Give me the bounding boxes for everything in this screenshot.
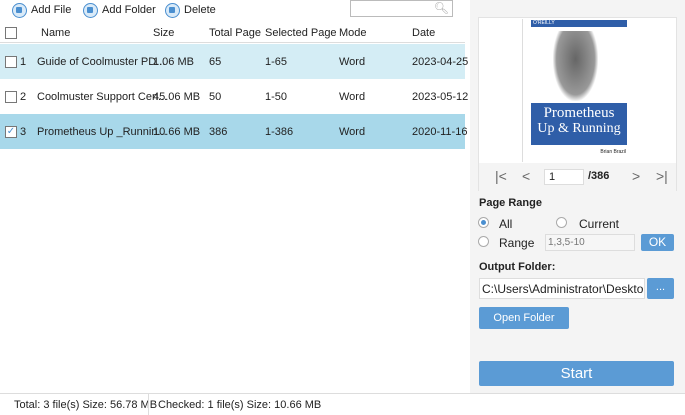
cell-mode: Word — [339, 125, 366, 138]
cell-selected: 1-50 — [265, 90, 288, 103]
add-folder-label: Add Folder — [102, 4, 156, 16]
page-input[interactable]: 1 — [544, 169, 584, 185]
cell-total: 65 — [209, 55, 222, 68]
radio-current-label: Current — [579, 217, 620, 231]
row-checkbox[interactable]: ✓ — [5, 125, 17, 138]
row-index: 1 — [20, 55, 27, 68]
row-index: 2 — [20, 90, 27, 103]
radio-range-label: Range — [499, 236, 535, 250]
delete-button[interactable]: Delete — [165, 2, 216, 18]
cell-size: 45.06 MB — [153, 90, 201, 103]
radio-range[interactable] — [478, 236, 489, 247]
add-folder-button[interactable]: Add Folder — [83, 2, 156, 18]
header-size[interactable]: Size — [153, 27, 174, 39]
radio-all-label: All — [499, 217, 513, 231]
header-date[interactable]: Date — [412, 27, 435, 39]
first-page-icon[interactable]: |< — [495, 168, 507, 184]
cell-selected: 1-386 — [265, 125, 294, 138]
status-bar: Total: 3 file(s) Size: 56.78 MB Checked:… — [0, 393, 685, 415]
row-checkbox[interactable] — [5, 55, 17, 68]
add-file-icon — [12, 2, 27, 18]
right-panel: O'REILLY Prometheus Up & Running Brian B… — [470, 0, 685, 393]
page-nav: |< < 1 /386 > >| — [479, 163, 676, 191]
start-button[interactable]: Start — [479, 361, 674, 386]
add-file-label: Add File — [31, 4, 72, 16]
cell-selected: 1-65 — [265, 55, 288, 68]
cell-date: 2020-11-16 — [412, 125, 468, 138]
cell-total: 50 — [209, 90, 222, 103]
cell-size: 1.06 MB — [153, 55, 194, 68]
cell-mode: Word — [339, 55, 366, 68]
cell-name: Prometheus Up _Runnin... — [37, 125, 167, 138]
cell-mode: Word — [339, 90, 366, 103]
cell-date: 2023-05-12 — [412, 90, 469, 103]
table-row[interactable]: ✓ 3 Prometheus Up _Runnin... 10.66 MB 386 1-3… — [0, 114, 468, 149]
status-divider — [148, 394, 149, 415]
cover-title: Prometheus Up & Running — [531, 103, 627, 145]
browse-button[interactable]: ... — [647, 278, 674, 299]
cover-title-2: Up & Running — [537, 121, 621, 136]
delete-label: Delete — [184, 4, 216, 16]
next-page-icon[interactable]: > — [632, 168, 640, 184]
prev-page-icon[interactable]: < — [522, 168, 530, 184]
range-input[interactable]: 1,3,5-10 — [545, 234, 635, 251]
ok-button[interactable]: OK — [641, 234, 674, 251]
status-checked: Checked: 1 file(s) Size: 10.66 MB — [158, 399, 322, 411]
header-name[interactable]: Name — [41, 27, 70, 39]
select-all-checkbox[interactable] — [5, 26, 17, 39]
publisher-logo: O'REILLY — [531, 20, 627, 27]
table-row[interactable]: 1 Guide of Coolmuster PD... 1.06 MB 65 1-65 W… — [0, 44, 469, 79]
output-path-input[interactable]: C:\Users\Administrator\Desktop — [479, 278, 645, 299]
page-total: /386 — [588, 170, 610, 182]
status-total: Total: 3 file(s) Size: 56.78 MB — [14, 399, 158, 411]
last-page-icon[interactable]: >| — [656, 168, 668, 184]
add-folder-icon — [83, 2, 98, 18]
page-preview: O'REILLY Prometheus Up & Running Brian B… — [522, 19, 634, 162]
eagle-image — [553, 31, 598, 101]
cell-name: Coolmuster Support Cen... — [37, 90, 168, 103]
cover-title-1: Prometheus — [543, 105, 615, 121]
row-checkbox[interactable] — [5, 90, 17, 103]
table-row[interactable]: 2 Coolmuster Support Cen... 45.06 MB 50 1-50… — [0, 79, 469, 114]
cell-name: Guide of Coolmuster PD... — [37, 55, 166, 68]
cell-total: 386 — [209, 125, 228, 138]
cell-size: 10.66 MB — [153, 125, 201, 138]
preview-box: O'REILLY Prometheus Up & Running Brian B… — [478, 17, 677, 191]
row-index: 3 — [20, 125, 27, 138]
header-selected-page[interactable]: Selected Page — [265, 27, 337, 39]
table-header: Name Size Total Page Selected Page Mode … — [0, 23, 465, 43]
cover-author: Brian Brazil — [600, 149, 626, 155]
search-input[interactable]: 🔍︎ — [350, 0, 453, 17]
header-total-page[interactable]: Total Page — [209, 27, 261, 39]
add-file-button[interactable]: Add File — [12, 2, 71, 18]
search-icon: 🔍︎ — [433, 1, 449, 15]
cell-date: 2023-04-25 — [412, 55, 469, 68]
output-folder-label: Output Folder: — [479, 261, 556, 273]
header-mode[interactable]: Mode — [339, 27, 367, 39]
page-range-label: Page Range — [479, 197, 542, 209]
trash-icon — [165, 2, 180, 18]
radio-current[interactable] — [556, 217, 567, 228]
radio-all[interactable] — [478, 217, 489, 228]
open-folder-button[interactable]: Open Folder — [479, 307, 569, 329]
